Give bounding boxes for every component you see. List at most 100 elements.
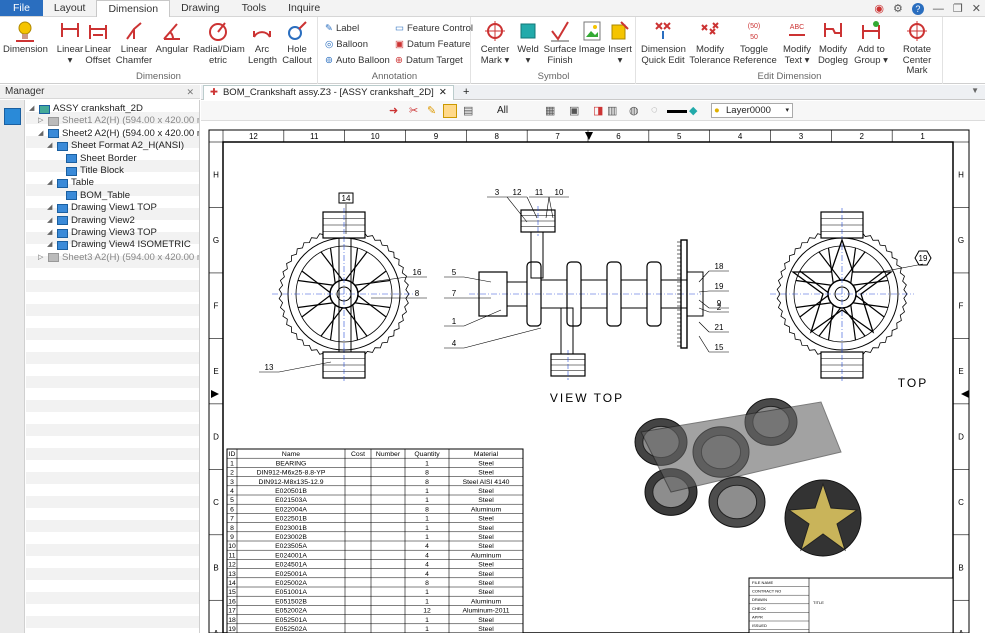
expand-arrow-icon[interactable]: ◢ bbox=[47, 202, 54, 214]
expand-arrow-icon[interactable]: ◢ bbox=[47, 177, 54, 189]
gear-icon[interactable]: ⚙ bbox=[893, 2, 903, 15]
expand-arrow-icon[interactable]: ◢ bbox=[29, 103, 36, 115]
assembly-tab-icon[interactable] bbox=[4, 108, 21, 125]
angular-icon bbox=[163, 23, 180, 40]
tabs-dropdown-icon[interactable]: ▼ bbox=[971, 86, 979, 95]
label-button[interactable]: ✎ Label bbox=[325, 23, 359, 34]
tree-item[interactable]: Sheet Border bbox=[56, 153, 137, 165]
hole-callout-button[interactable]: Hole Callout bbox=[281, 19, 313, 66]
tree-item[interactable]: BOM_Table bbox=[56, 190, 130, 202]
tab-drawing[interactable]: Drawing bbox=[170, 0, 231, 16]
dimension-quick-edit-button[interactable]: Dimension Quick Edit bbox=[641, 19, 686, 66]
tree-item[interactable]: ◢ Drawing View3 TOP bbox=[47, 227, 157, 239]
datum-target-button[interactable]: ⊕ Datum Target bbox=[395, 55, 463, 66]
tree-item[interactable]: ◢ Sheet Format A2_H(ANSI) bbox=[47, 140, 184, 152]
grid-icon[interactable]: ▦ bbox=[545, 104, 559, 118]
tree-item[interactable]: ◢ Drawing View4 ISOMETRIC bbox=[47, 239, 191, 251]
expand-arrow-icon[interactable]: ◢ bbox=[47, 215, 54, 227]
tree-item[interactable]: ◢ Drawing View1 TOP bbox=[47, 202, 157, 214]
tab-inquire[interactable]: Inquire bbox=[277, 0, 331, 16]
feature-control-button[interactable]: ▭ Feature Control bbox=[395, 23, 473, 34]
weld-button[interactable]: Weld ▾ bbox=[514, 19, 542, 66]
add-to-group-button[interactable]: Add to Group ▾ bbox=[851, 19, 891, 66]
group-dimension: Dimension Linear ▾ Linear Offset Linear C… bbox=[0, 17, 318, 84]
rotate-center-mark-button[interactable]: Rotate Center Mark bbox=[893, 19, 941, 77]
tab-close-icon[interactable]: ✕ bbox=[439, 86, 447, 100]
dotted-circle-icon[interactable]: ◌ bbox=[651, 104, 665, 118]
view-icon[interactable]: ▣ bbox=[569, 104, 583, 118]
tree-item[interactable]: ▷ Sheet1 A2(H) (594.00 x 420.00 mm) bbox=[38, 115, 199, 127]
tree-item[interactable]: ◢ ASSY crankshaft_2D bbox=[29, 103, 143, 115]
dimension-button[interactable]: Dimension bbox=[3, 19, 48, 56]
center-mark-button[interactable]: Center Mark ▾ bbox=[477, 19, 513, 66]
display-icon[interactable]: ▥ bbox=[607, 104, 621, 118]
arc-length-button[interactable]: Arc Length bbox=[248, 19, 277, 66]
restore-icon[interactable]: ❐ bbox=[953, 2, 963, 15]
tree-item-label: Sheet1 A2(H) (594.00 x 420.00 mm) bbox=[62, 115, 199, 127]
tree-item[interactable]: ◢ Sheet2 A2(H) (594.00 x 420.00 mm) bbox=[38, 127, 199, 140]
tab-layout[interactable]: Layout bbox=[43, 0, 97, 16]
angular-button[interactable]: Angular bbox=[155, 19, 189, 56]
manager-close-icon[interactable]: ✕ bbox=[186, 85, 194, 99]
balloon-label: 12 bbox=[513, 188, 522, 197]
datum-feature-button[interactable]: ▣ Datum Feature bbox=[395, 39, 470, 50]
expand-arrow-icon[interactable]: ▷ bbox=[38, 115, 45, 127]
tree-item[interactable]: Title Block bbox=[56, 165, 124, 177]
image-button[interactable]: Image bbox=[578, 19, 606, 56]
eraser-icon[interactable]: ✂ bbox=[409, 104, 423, 118]
document-tab[interactable]: ✚ BOM_Crankshaft assy.Z3 - [ASSY cranksha… bbox=[203, 85, 454, 100]
radial-diametric-button[interactable]: Radial/Diam etric bbox=[193, 19, 245, 66]
expand-arrow-icon[interactable]: ◢ bbox=[47, 140, 54, 152]
expand-arrow-icon[interactable]: ◢ bbox=[47, 227, 54, 239]
tab-dimension[interactable]: Dimension bbox=[96, 0, 171, 18]
close-icon[interactable]: ✕ bbox=[972, 2, 981, 15]
expand-arrow-icon[interactable]: ▷ bbox=[38, 252, 45, 264]
new-tab-icon[interactable]: + bbox=[463, 86, 469, 98]
section-icon[interactable]: ◨ bbox=[593, 104, 607, 118]
minimize-icon[interactable]: — bbox=[933, 3, 944, 15]
select-icon[interactable]: ➜ bbox=[389, 104, 403, 118]
tab-file[interactable]: File bbox=[0, 0, 43, 16]
auto-balloon-button[interactable]: ⊚ Auto Balloon bbox=[325, 55, 390, 66]
tree-node-icon bbox=[66, 191, 77, 201]
title-block-label: FILE NAME bbox=[752, 580, 773, 585]
color-icon[interactable]: ◆ bbox=[689, 104, 703, 118]
expand-arrow-icon[interactable]: ◢ bbox=[38, 128, 45, 140]
linear-button[interactable]: Linear ▾ bbox=[53, 19, 87, 66]
tree-item[interactable]: ◢ Drawing View2 bbox=[47, 215, 135, 227]
filter-icon[interactable]: ▤ bbox=[463, 104, 477, 118]
modify-text-button[interactable]: ABC Modify Text ▾ bbox=[779, 19, 815, 66]
render-icon[interactable]: ◍ bbox=[629, 104, 643, 118]
line-style-icon[interactable] bbox=[667, 110, 687, 113]
layer-select[interactable]: ● Layer0000 ▾ bbox=[711, 103, 793, 118]
linear-chamfer-button[interactable]: Linear Chamfer bbox=[114, 19, 154, 66]
linear-offset-button[interactable]: Linear Offset bbox=[84, 19, 112, 66]
quick-icon[interactable]: ◉ bbox=[874, 2, 884, 15]
manager-side-tabs bbox=[0, 100, 25, 633]
tree-item[interactable]: ▷ Sheet3 A2(H) (594.00 x 420.00 mm) bbox=[38, 252, 199, 264]
surface-finish-button[interactable]: Surface Finish bbox=[542, 19, 578, 66]
help-icon[interactable]: ? bbox=[911, 2, 924, 15]
bom-header: ID bbox=[229, 451, 236, 458]
tree-item[interactable]: ◢ Table bbox=[47, 177, 94, 189]
balloon-button[interactable]: ◎ Balloon bbox=[325, 39, 368, 50]
top-label: TOP bbox=[898, 376, 928, 390]
modify-tolerance-button[interactable]: Modify Tolerance bbox=[689, 19, 731, 66]
pick-filter-icon[interactable] bbox=[443, 104, 457, 118]
toggle-reference-button[interactable]: (50) 50 Toggle Reference bbox=[733, 19, 777, 66]
drawing-canvas[interactable]: 121110987654321HHGGFFEEDDCCBBAA143121110… bbox=[201, 122, 985, 633]
tree-item-label: Sheet2 A2(H) (594.00 x 420.00 mm) bbox=[62, 127, 199, 139]
ribbon: Dimension Linear ▾ Linear Offset Linear C… bbox=[0, 17, 985, 84]
bom-cell: E024001A bbox=[275, 552, 307, 559]
row-label-left: H bbox=[213, 171, 219, 180]
tree-item-label: Drawing View3 TOP bbox=[71, 227, 157, 238]
modify-dogleg-button[interactable]: Modify Dogleg bbox=[815, 19, 851, 66]
bom-cell: 1 bbox=[425, 497, 429, 504]
center-mark-icon bbox=[485, 21, 505, 41]
tab-tools[interactable]: Tools bbox=[231, 0, 278, 16]
insert-button[interactable]: Insert ▾ bbox=[606, 19, 634, 66]
expand-arrow-icon[interactable]: ◢ bbox=[47, 239, 54, 251]
filter-select[interactable]: All bbox=[497, 105, 508, 116]
modify-text-icon: ABC bbox=[789, 24, 805, 36]
brush-icon[interactable]: ✎ bbox=[427, 104, 441, 118]
